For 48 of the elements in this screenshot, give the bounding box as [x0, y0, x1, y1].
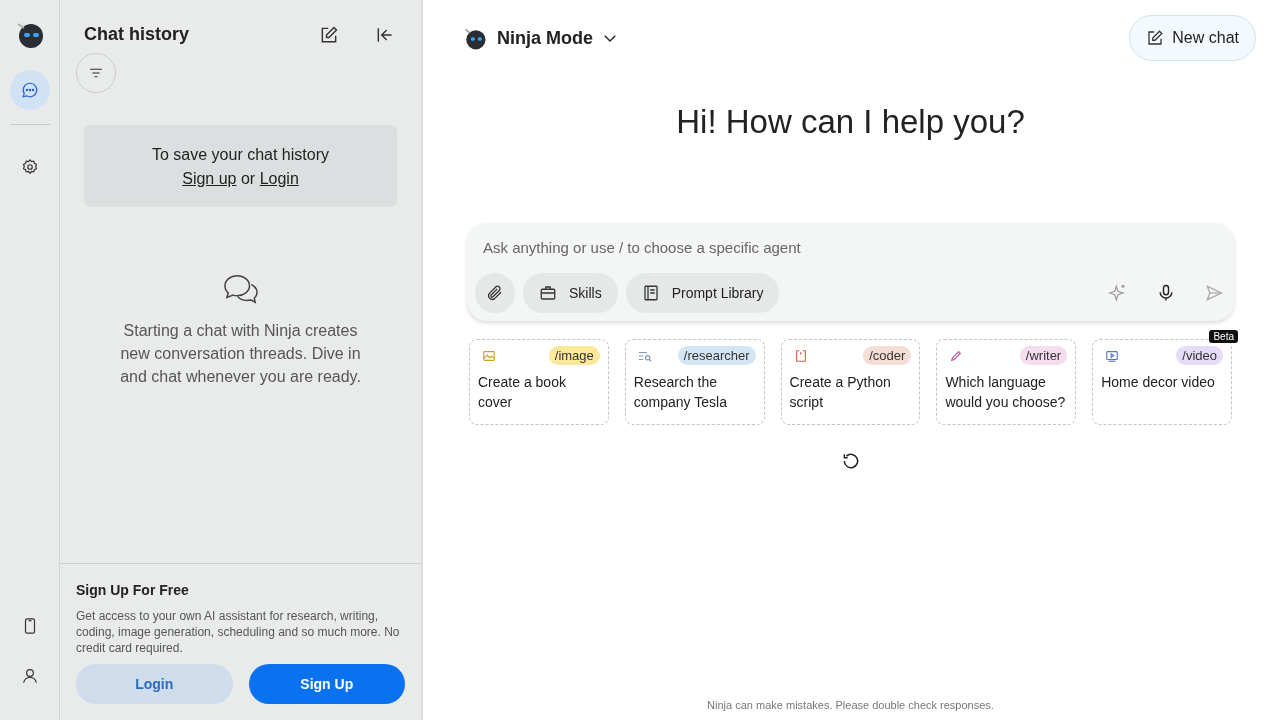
- edit-icon: [1146, 29, 1165, 47]
- or-text: or: [240, 170, 256, 187]
- agent-suggestion-card[interactable]: /writer Which language would you choose?: [936, 339, 1077, 425]
- agent-tag: /writer: [1019, 346, 1068, 365]
- agent-suggestion-card[interactable]: /researcher Research the company Tesla: [624, 339, 765, 425]
- agent-prompt-text: Home decor video: [1101, 373, 1216, 392]
- login-link[interactable]: Login: [259, 170, 299, 187]
- user-icon: [20, 667, 39, 685]
- promo-title: Sign Up For Free: [76, 582, 190, 598]
- sign-up-link[interactable]: Sign up: [182, 170, 237, 187]
- paperclip-icon: [486, 284, 504, 302]
- edit-icon[interactable]: [319, 24, 339, 45]
- video-icon: [1105, 348, 1120, 363]
- agent-tag: /video: [1176, 346, 1223, 365]
- agent-prompt-text: Research the company Tesla: [633, 373, 728, 412]
- book-icon: [641, 284, 660, 302]
- empty-state-text: Starting a chat with Ninja creates new conversation threads. Dive in and chat whenever you are ready.: [119, 321, 362, 387]
- chat-nav-button[interactable]: [9, 70, 50, 110]
- briefcase-icon: [539, 284, 557, 302]
- agent-prompt-text: Create a book cover: [478, 373, 567, 412]
- sparkle-icon[interactable]: [1108, 283, 1128, 303]
- greeting-heading: Hi! How can I help you?: [676, 103, 1025, 141]
- pencil-icon: [949, 348, 964, 363]
- agent-suggestion-card[interactable]: /image Create a book cover: [469, 339, 609, 425]
- code-file-icon: [793, 348, 808, 363]
- disclaimer-text: Ninja can make mistakes. Please double check responses.: [707, 699, 994, 711]
- prompt-input[interactable]: Ask anything or use / to choose a specific agent: [475, 239, 1166, 256]
- skills-button[interactable]: Skills: [523, 273, 618, 313]
- mode-selector[interactable]: Ninja Mode: [461, 24, 619, 52]
- agent-prompt-text: Create a Python script: [789, 373, 892, 412]
- image-icon: [482, 348, 496, 363]
- agent-tag: /image: [548, 346, 600, 365]
- agent-suggestion-card[interactable]: /video Home decor video: [1092, 339, 1232, 425]
- agent-tag: /researcher: [677, 346, 756, 365]
- attach-button[interactable]: [475, 273, 515, 313]
- beta-badge: Beta: [1209, 330, 1238, 343]
- new-chat-button[interactable]: New chat: [1129, 15, 1256, 61]
- settings-icon: [20, 158, 39, 176]
- prompt-library-button[interactable]: Prompt Library: [625, 273, 780, 313]
- agent-prompt-text: Which language would you choose?: [945, 373, 1067, 412]
- sign-up-button[interactable]: Sign Up: [248, 664, 405, 704]
- login-button[interactable]: Login: [76, 664, 233, 704]
- chat-bubble-icon: [20, 81, 39, 99]
- sidebar-title: Chat history: [84, 24, 190, 45]
- agent-suggestion-card[interactable]: /coder Create a Python script: [780, 339, 921, 425]
- promo-description: Get access to your own AI assistant for research, writing, coding, image generation, scheduling and so much more. No credit card required.: [76, 608, 401, 656]
- agent-tag: /coder: [863, 346, 912, 365]
- save-history-text: To save your chat history: [152, 146, 329, 163]
